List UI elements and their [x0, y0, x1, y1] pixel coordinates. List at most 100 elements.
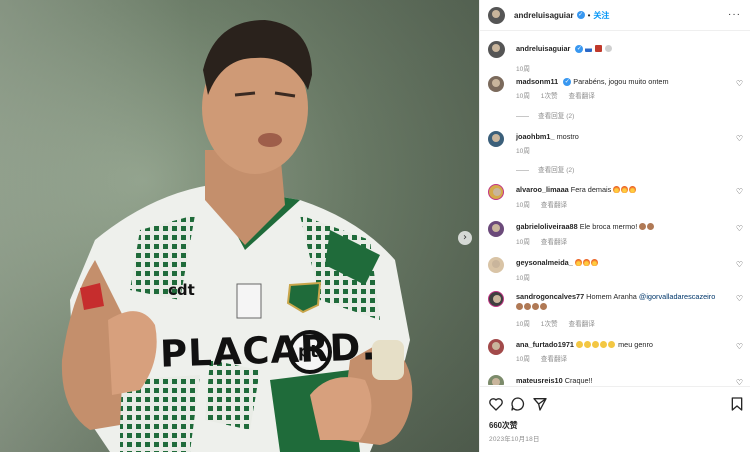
- avatar[interactable]: [488, 76, 504, 92]
- comment-time: 10周: [516, 321, 530, 328]
- fire-emoji-icon: [621, 186, 629, 193]
- comment-body: meu genro: [618, 340, 653, 349]
- fire-emoji-icon: [574, 259, 582, 266]
- comment-text: geysonalmeida_: [516, 258, 726, 268]
- comment-meta: 10周 查看翻译: [516, 353, 576, 363]
- mention-link[interactable]: @igorvalladarescazeiro: [639, 292, 715, 301]
- more-horizontal-icon[interactable]: ···: [728, 9, 741, 20]
- avatar[interactable]: [488, 184, 504, 200]
- chevron-right-icon: ›: [463, 232, 467, 243]
- comment-body: Homem Aranha: [586, 292, 637, 301]
- view-replies-link[interactable]: 查看回复 (2): [516, 164, 574, 174]
- view-replies-link[interactable]: 查看回复 (2): [516, 110, 574, 120]
- avatar[interactable]: [488, 257, 504, 273]
- comment-likes[interactable]: 1次赞: [541, 321, 558, 328]
- bookmark-icon[interactable]: [729, 396, 745, 412]
- comment-meta: 10周 查看翻译: [516, 199, 576, 209]
- comment-username[interactable]: sandrogoncalves77: [516, 292, 584, 301]
- comment-text: joaohbm1_ mostro: [516, 132, 726, 142]
- comment-body: Ele broca mermo!: [579, 222, 638, 231]
- post-header: andreluisaguiar ✓ • 关注 ···: [480, 0, 750, 31]
- comment-body: Craque!!: [564, 376, 593, 385]
- post-sidebar: andreluisaguiar ✓ • 关注 ··· andreluisagui…: [479, 0, 750, 452]
- translate-link[interactable]: 查看翻译: [541, 239, 567, 246]
- translate-link[interactable]: 查看翻译: [541, 202, 567, 209]
- post-photo[interactable]: cdt PLACARD. pt ›: [0, 0, 479, 452]
- comment-time: 10周: [516, 202, 530, 209]
- comment-time: 10周: [516, 239, 530, 246]
- avatar[interactable]: [488, 339, 504, 355]
- flag-icon: [585, 45, 593, 52]
- fire-emoji-icon: [582, 259, 590, 266]
- avatar[interactable]: [488, 131, 504, 147]
- comment-username[interactable]: mateusreis10: [516, 376, 563, 385]
- translate-link[interactable]: 查看翻译: [541, 356, 567, 363]
- comment-username[interactable]: alvaroo_limaaa: [516, 185, 569, 194]
- comment-text: mateusreis10 Craque!!: [516, 376, 726, 385]
- avatar[interactable]: [488, 291, 504, 307]
- comments-list[interactable]: andreluisaguiar ✓ 10周 madsonm11 ✓ Parabé…: [480, 32, 750, 385]
- clap-emoji-icon: [584, 341, 592, 348]
- follow-button[interactable]: 关注: [593, 10, 609, 21]
- divider: [516, 115, 529, 117]
- verified-icon: ✓: [563, 78, 572, 87]
- heart-icon[interactable]: ♡: [736, 79, 743, 88]
- heart-icon[interactable]: ♡: [736, 187, 743, 196]
- comment-username[interactable]: gabrieloliveiraa88: [516, 222, 578, 231]
- heart-icon[interactable]: ♡: [736, 134, 743, 143]
- fire-emoji-icon: [590, 259, 598, 266]
- heart-icon[interactable]: [488, 396, 504, 412]
- comment-meta: 10周 1次赞 查看翻译: [516, 318, 604, 328]
- comment-username[interactable]: joaohbm1_: [516, 132, 555, 141]
- comment-time: 10周: [516, 275, 530, 282]
- caption-text: andreluisaguiar ✓: [516, 44, 726, 54]
- send-icon[interactable]: [532, 396, 548, 412]
- comment-meta: 10周 1次赞 查看翻译: [516, 90, 604, 100]
- flag-icon: [595, 45, 603, 52]
- header-username[interactable]: andreluisaguiar: [514, 11, 574, 20]
- fire-emoji-icon: [629, 186, 637, 193]
- caption-username[interactable]: andreluisaguiar: [516, 44, 570, 53]
- player-illustration: [61, 20, 413, 452]
- pray-emoji-icon: [647, 223, 655, 230]
- comment-text: sandrogoncalves77 Homem Aranha @igorvall…: [516, 292, 726, 312]
- sponsor-cdt-text: cdt: [168, 281, 195, 299]
- clap-emoji-icon: [576, 341, 584, 348]
- translate-link[interactable]: 查看翻译: [568, 93, 594, 100]
- comment-body: Parabéns, jogou muito ontem: [573, 77, 669, 86]
- carousel-next-button[interactable]: ›: [458, 231, 472, 245]
- comment-likes[interactable]: 1次赞: [541, 93, 558, 100]
- heart-icon[interactable]: ♡: [736, 378, 743, 385]
- translate-link[interactable]: 查看翻译: [568, 321, 594, 328]
- comment-username[interactable]: madsonm11: [516, 77, 558, 86]
- avatar[interactable]: [488, 41, 505, 58]
- verified-icon: ✓: [576, 11, 585, 19]
- comment-icon[interactable]: [510, 396, 526, 412]
- clap-emoji-icon: [608, 341, 616, 348]
- action-bar: 660次赞 2023年10月18日: [480, 386, 750, 452]
- comment-username[interactable]: geysonalmeida_: [516, 258, 573, 267]
- comment-body: mostro: [556, 132, 579, 141]
- pray-emoji-icon: [639, 223, 647, 230]
- heart-icon[interactable]: ♡: [736, 224, 743, 233]
- heart-icon[interactable]: ♡: [736, 342, 743, 351]
- comment-body: Fera demais: [570, 185, 612, 194]
- likes-count[interactable]: 660次赞: [489, 420, 518, 431]
- comment-username[interactable]: ana_furtado1971: [516, 340, 574, 349]
- comment-time: 10周: [516, 356, 530, 363]
- comment-time: 10周: [516, 66, 530, 73]
- pray-emoji-icon: [516, 303, 523, 310]
- avatar[interactable]: [488, 6, 505, 24]
- pray-emoji-icon: [540, 303, 547, 310]
- heart-icon[interactable]: ♡: [736, 294, 743, 303]
- avatar[interactable]: [488, 375, 504, 385]
- heart-icon[interactable]: ♡: [736, 260, 743, 269]
- avatar[interactable]: [488, 221, 504, 237]
- post-date: 2023年10月18日: [489, 436, 540, 443]
- comment-meta: 10周: [516, 145, 539, 155]
- comment-text: ana_furtado1971 meu genro: [516, 340, 726, 350]
- clap-emoji-icon: [592, 341, 600, 348]
- fire-emoji-icon: [613, 186, 621, 193]
- verified-icon: ✓: [575, 45, 584, 54]
- comment-text: alvaroo_limaaa Fera demais: [516, 185, 726, 195]
